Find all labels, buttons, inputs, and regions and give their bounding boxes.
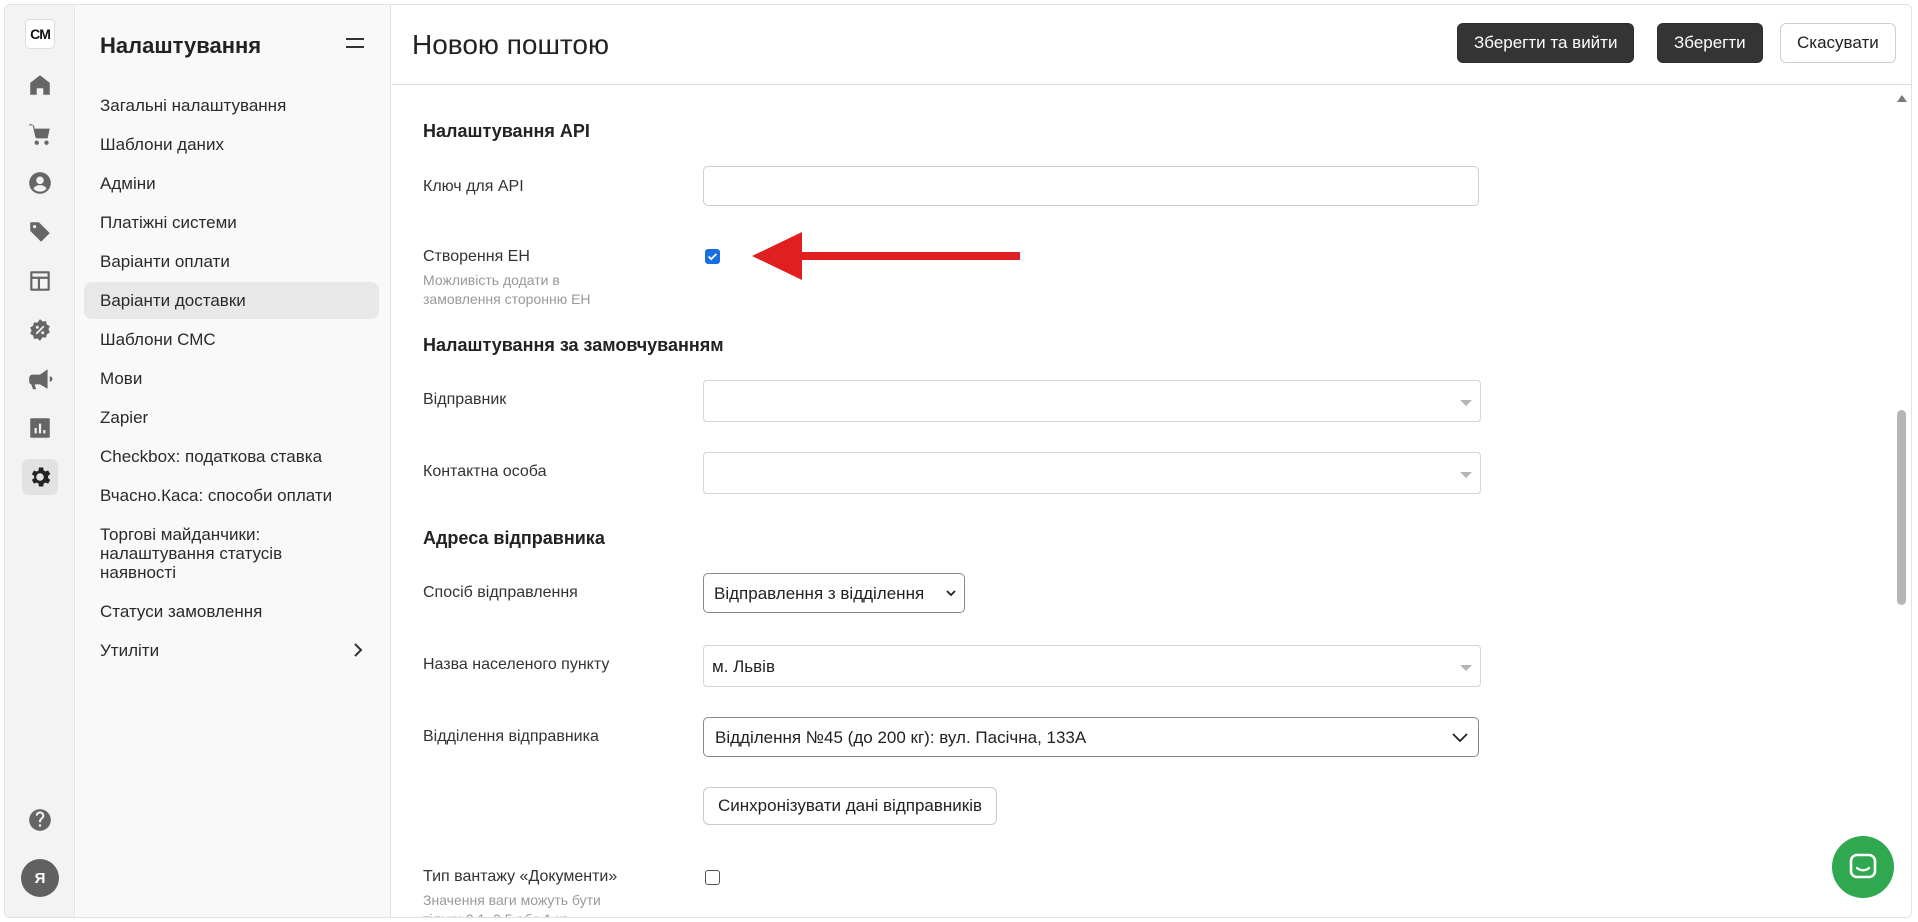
section-title-api: Налаштування API (423, 121, 590, 141)
branch-value: Відділення №45 (до 200 кг): вул. Пасічна… (715, 728, 1087, 747)
save-and-exit-button[interactable]: Зберегти та вийти (1457, 23, 1635, 63)
branch-label: Відділення відправника (423, 728, 599, 745)
sender-select[interactable] (703, 380, 1481, 422)
chat-icon (1849, 853, 1877, 879)
ship-method-label: Спосіб відправлення (423, 584, 578, 601)
api-key-input[interactable] (703, 166, 1479, 206)
sidebar-item-payment-systems[interactable]: Платіжні системи (84, 204, 379, 241)
settings-form: Налаштування API Ключ для API Створення … (392, 86, 1889, 917)
icon-rail: CM Я (5, 5, 75, 917)
chat-widget-button[interactable] (1832, 836, 1894, 898)
settings-nav: Загальні налаштування Шаблони даних Адмі… (84, 87, 379, 671)
chart-icon[interactable] (22, 410, 58, 446)
sidebar-item-data-templates[interactable]: Шаблони даних (84, 126, 379, 163)
user-icon[interactable] (22, 165, 58, 201)
scrollbar-thumb[interactable] (1897, 410, 1906, 605)
chevron-right-icon (354, 643, 363, 657)
discount-icon[interactable] (22, 312, 58, 348)
sidebar-item-general[interactable]: Загальні налаштування (84, 87, 379, 124)
tag-icon[interactable] (22, 214, 58, 250)
checkmark-icon (707, 253, 718, 261)
create-en-checkbox[interactable] (705, 249, 720, 264)
home-icon[interactable] (22, 67, 58, 103)
sidebar-item-languages[interactable]: Мови (84, 360, 379, 397)
sidebar-title: Налаштування (100, 33, 262, 58)
contact-select[interactable] (703, 452, 1481, 494)
chevron-down-icon (1452, 733, 1468, 743)
save-button[interactable]: Зберегти (1657, 23, 1763, 63)
sidebar-item-sms-templates[interactable]: Шаблони СМС (84, 321, 379, 358)
city-value: м. Львів (712, 657, 775, 676)
contact-label: Контактна особа (423, 463, 547, 480)
collapse-menu-icon[interactable] (346, 35, 364, 51)
page-title: Новою поштою (412, 29, 609, 60)
create-en-label: Створення ЕН (423, 248, 530, 265)
api-key-label: Ключ для API (423, 178, 524, 195)
sync-senders-button[interactable]: Синхронізувати дані відправників (703, 787, 998, 825)
cart-icon[interactable] (22, 116, 58, 152)
megaphone-icon[interactable] (22, 361, 58, 397)
ship-method-value: Відправлення з відділення (714, 584, 925, 603)
dropdown-caret-icon (1460, 472, 1472, 478)
ship-method-select[interactable]: Відправлення з відділення (703, 573, 965, 613)
sidebar-item-utilities[interactable]: Утиліти (84, 632, 379, 669)
annotation-arrow (752, 232, 1020, 280)
dropdown-caret-icon (1460, 665, 1472, 671)
scroll-up-arrow-icon[interactable] (1897, 95, 1907, 102)
city-label: Назва населеного пункту (423, 656, 610, 673)
docs-cargo-checkbox[interactable] (705, 870, 720, 885)
chevron-down-icon (946, 590, 956, 597)
sidebar-item-zapier[interactable]: Zapier (84, 399, 379, 436)
section-title-sender-address: Адреса відправника (423, 528, 605, 548)
help-icon[interactable] (22, 802, 58, 838)
page-header: Новою поштою Зберегти та вийти Зберегти … (392, 5, 1911, 85)
sidebar-item-payment-options[interactable]: Варіанти оплати (84, 243, 379, 280)
section-title-defaults: Налаштування за замовчуванням (423, 335, 724, 355)
sidebar-item-admins[interactable]: Адміни (84, 165, 379, 202)
sidebar-item-checkbox-tax[interactable]: Checkbox: податкова ставка (84, 438, 379, 475)
create-en-hint: Можливість додати в замовлення сторонню … (423, 272, 591, 307)
user-avatar[interactable]: Я (21, 859, 59, 897)
sidebar-item-vchasno-kasa[interactable]: Вчасно.Каса: способи оплати (84, 477, 379, 514)
sidebar-item-marketplaces[interactable]: Торгові майданчики: налаштування статусі… (84, 516, 379, 591)
sender-label: Відправник (423, 391, 507, 408)
branch-select[interactable]: Відділення №45 (до 200 кг): вул. Пасічна… (703, 717, 1479, 757)
city-select[interactable]: м. Львів (703, 645, 1481, 687)
layout-icon[interactable] (22, 263, 58, 299)
settings-sidebar: Налаштування Загальні налаштування Шабло… (76, 5, 391, 917)
app-logo[interactable]: CM (25, 19, 55, 49)
cancel-button[interactable]: Скасувати (1780, 23, 1896, 63)
app-window: CM Я Налаштування Загальні налаштування … (4, 4, 1912, 918)
docs-cargo-hint: Значення ваги можуть бути тільки 0.1, 0.… (423, 892, 601, 917)
sidebar-item-order-statuses[interactable]: Статуси замовлення (84, 593, 379, 630)
settings-icon[interactable] (22, 459, 58, 495)
docs-cargo-label: Тип вантажу «Документи» (423, 868, 618, 885)
dropdown-caret-icon (1460, 400, 1472, 406)
main-panel: Новою поштою Зберегти та вийти Зберегти … (392, 5, 1911, 917)
sidebar-item-delivery-options[interactable]: Варіанти доставки (84, 282, 379, 319)
sidebar-item-label: Утиліти (100, 641, 160, 660)
